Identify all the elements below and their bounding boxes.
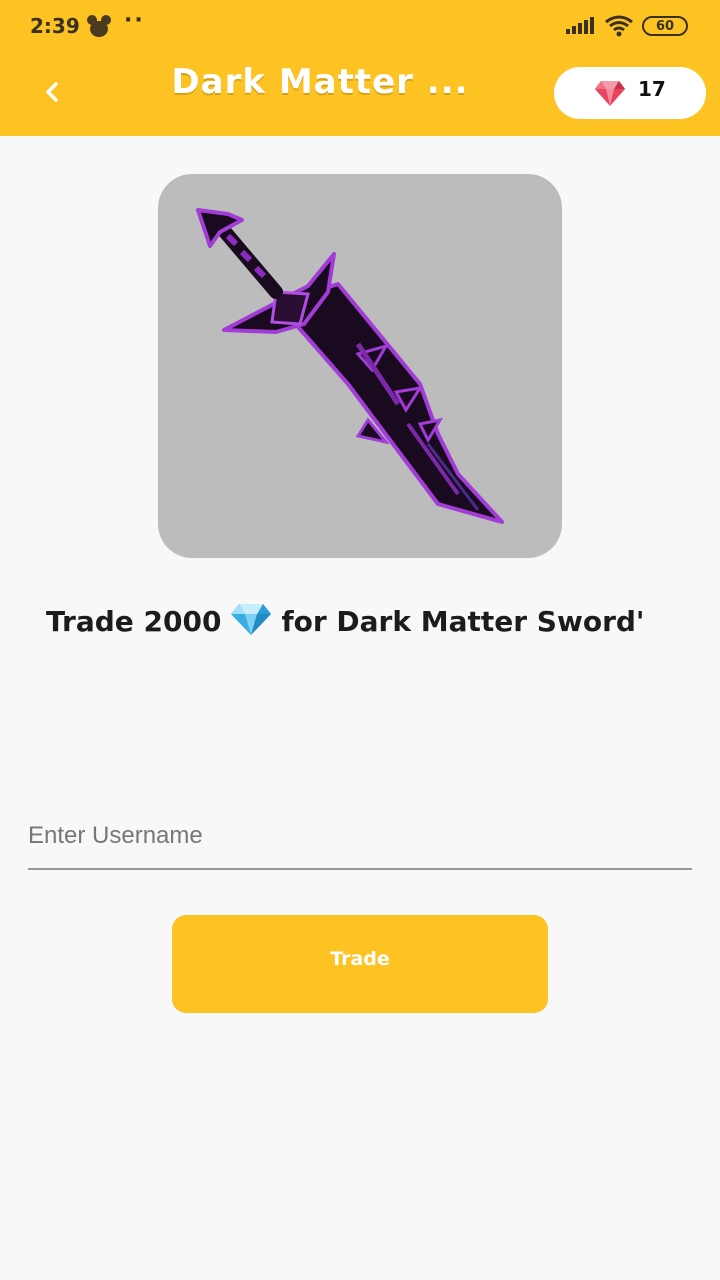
gem-balance[interactable]: 17 [554, 67, 706, 119]
wifi-icon [604, 14, 634, 38]
trade-button[interactable]: Trade [172, 915, 548, 1013]
dark-matter-sword-image [196, 208, 504, 524]
app-bar: 2:39 ·· 60 Dark Matter ... 17 [0, 0, 720, 136]
status-bar: 2:39 ·· 60 [0, 0, 720, 54]
chevron-left-icon [46, 82, 58, 102]
signal-icon [566, 16, 596, 36]
status-time: 2:39 [30, 14, 80, 38]
username-input[interactable] [28, 812, 692, 860]
gem-icon [594, 79, 626, 107]
trade-prefix: Trade 2000 [46, 605, 222, 638]
mouse-icon [86, 14, 112, 38]
diamond-icon [229, 594, 273, 635]
trade-description: Trade 2000 for Dark Matter Sword' [46, 588, 686, 656]
page-title: Dark Matter ... [171, 62, 469, 102]
notification-dots-icon: ·· [124, 8, 145, 33]
battery-icon: 60 [642, 16, 688, 36]
username-field[interactable] [28, 806, 692, 870]
item-image-card [158, 174, 562, 558]
gem-count: 17 [638, 77, 666, 101]
trade-suffix: for Dark Matter Sword' [281, 605, 645, 638]
back-button[interactable] [30, 70, 74, 114]
